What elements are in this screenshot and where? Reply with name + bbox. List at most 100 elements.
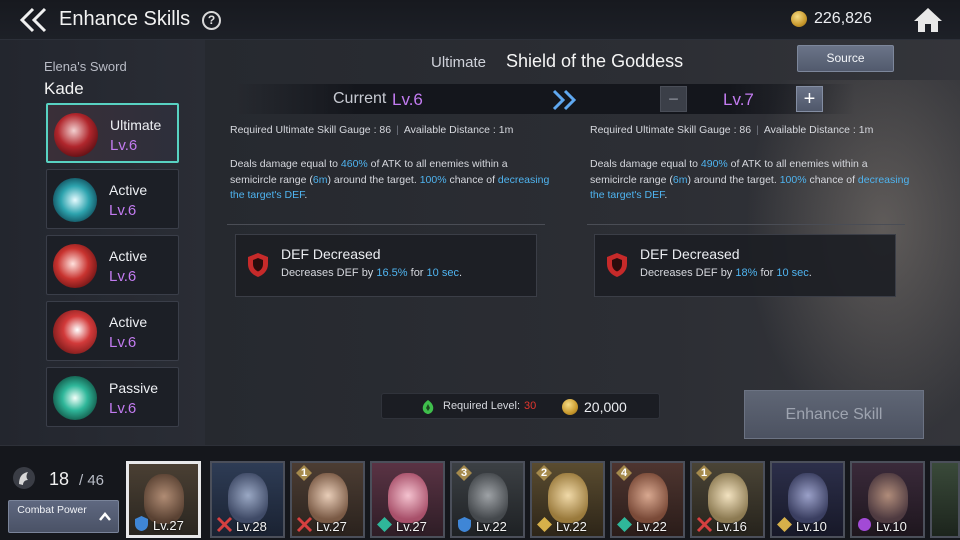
skill-item-active-2[interactable]: Active Lv.6 xyxy=(46,235,179,295)
hero-level: Lv.28 xyxy=(236,519,267,534)
gold-coin-icon xyxy=(562,399,578,415)
hero-level: Lv.27 xyxy=(316,519,347,534)
hero-card[interactable]: Lv.10 xyxy=(770,461,845,538)
double-chevron-right-icon xyxy=(550,88,580,112)
skill-type-label: Active xyxy=(109,182,148,198)
hero-portrait xyxy=(227,473,268,523)
hero-portrait xyxy=(387,473,428,523)
next-level: Lv.7 xyxy=(723,90,754,109)
hero-rank-badge: 1 xyxy=(696,465,712,481)
gold-amount: 226,826 xyxy=(814,10,872,27)
hero-portrait xyxy=(867,473,908,523)
hero-portrait xyxy=(707,473,748,523)
level-requirement-icon xyxy=(420,399,436,415)
defender-class-icon xyxy=(133,515,150,532)
level-compare-bar xyxy=(235,84,855,114)
skill-category: Ultimate xyxy=(431,54,487,71)
effect-title: DEF Decreased xyxy=(640,246,740,262)
increase-level-button[interactable]: + xyxy=(796,86,823,112)
hero-level: Lv.10 xyxy=(796,519,827,534)
hero-level: Lv.10 xyxy=(876,519,907,534)
skill-level-label: Lv.6 xyxy=(109,400,137,417)
hero-level: Lv.22 xyxy=(476,519,507,534)
hero-card[interactable]: Lv.27 xyxy=(370,461,445,538)
effect-description: Decreases DEF by 16.5% for 10 sec. xyxy=(281,267,463,279)
hero-card[interactable]: 2 Lv.22 xyxy=(530,461,605,538)
skill-item-ultimate[interactable]: Ultimate Lv.6 xyxy=(46,103,179,163)
attacker-class-icon xyxy=(696,516,713,533)
enhance-cost-bar: Required Level: 30 20,000 xyxy=(381,393,660,419)
active-skill-icon xyxy=(53,178,97,222)
home-icon[interactable] xyxy=(912,6,944,34)
required-level-value: 30 xyxy=(524,400,537,412)
skill-type-label: Active xyxy=(109,248,148,264)
gold-coin-icon xyxy=(791,11,807,27)
skill-type-label: Ultimate xyxy=(110,117,162,133)
back-arrow-icon[interactable] xyxy=(18,6,52,34)
skill-name: Shield of the Goddess xyxy=(506,51,684,71)
hero-card[interactable]: 1 Lv.27 xyxy=(290,461,365,538)
hero-portrait xyxy=(467,473,508,523)
attacker-class-icon xyxy=(296,516,313,533)
active-skill-icon xyxy=(53,244,97,288)
enhance-skill-button[interactable]: Enhance Skill xyxy=(744,390,924,439)
hero-roster-bar: 18 / 46 Combat Power Lv.27 Lv.28 1 Lv.27… xyxy=(0,445,960,540)
divider xyxy=(227,224,545,225)
magic-class-icon xyxy=(856,516,873,533)
next-effect-box: DEF Decreased Decreases DEF by 18% for 1… xyxy=(594,234,896,297)
skill-level-label: Lv.6 xyxy=(109,268,137,285)
current-description: Deals damage equal to 460% of ATK to all… xyxy=(230,158,550,201)
next-requirements: Required Ultimate Skill Gauge : 86 | Avail… xyxy=(590,124,874,136)
hero-card[interactable]: 1 Lv.16 xyxy=(690,461,765,538)
hero-portrait xyxy=(307,473,348,523)
hero-count: 18 xyxy=(49,469,70,489)
skill-detail-panel: Ultimate Shield of the Goddess Source Cu… xyxy=(205,40,960,445)
hero-level: Lv.22 xyxy=(636,519,667,534)
next-description: Deals damage equal to 490% of ATK to all… xyxy=(590,158,910,201)
hero-portrait xyxy=(547,473,588,523)
ultimate-skill-icon xyxy=(54,113,98,157)
required-level-label: Required Level: xyxy=(443,400,521,412)
help-icon[interactable]: ? xyxy=(202,11,221,30)
gauge-requirement: Required Ultimate Skill Gauge : 86 xyxy=(590,124,752,136)
hero-level: Lv.16 xyxy=(716,519,747,534)
weapon-name: Elena's Sword xyxy=(44,59,127,74)
gold-cost: 20,000 xyxy=(584,399,627,415)
skill-type-label: Passive xyxy=(109,380,159,396)
current-effect-box: DEF Decreased Decreases DEF by 16.5% for… xyxy=(235,234,537,297)
supporter-class-icon xyxy=(616,516,633,533)
hero-card[interactable]: Lv.27 xyxy=(126,461,201,538)
hero-card[interactable]: Lv.28 xyxy=(210,461,285,538)
passive-skill-icon xyxy=(53,376,97,420)
hero-card[interactable]: Lv.10 xyxy=(850,461,925,538)
hero-card[interactable]: 3 Lv.22 xyxy=(450,461,525,538)
hero-portrait xyxy=(787,473,828,523)
chevron-up-icon xyxy=(98,510,112,522)
distance-requirement: Available Distance : 1m xyxy=(403,124,514,136)
hero-level: Lv.22 xyxy=(556,519,587,534)
source-button[interactable]: Source xyxy=(797,45,894,72)
combat-power-sort-button[interactable]: Combat Power xyxy=(8,500,119,533)
page-title: Enhance Skills xyxy=(59,8,191,30)
skill-item-active-1[interactable]: Active Lv.6 xyxy=(46,169,179,229)
decrease-level-button[interactable]: − xyxy=(660,86,687,112)
top-bar: Enhance Skills ? 226,826 xyxy=(0,0,960,40)
current-label: Current xyxy=(333,90,387,107)
combat-power-label: Combat Power xyxy=(17,504,87,516)
hero-count-icon xyxy=(12,466,36,490)
skill-item-active-3[interactable]: Active Lv.6 xyxy=(46,301,179,361)
hero-card[interactable]: 4 Lv.22 xyxy=(610,461,685,538)
hero-level: Lv.27 xyxy=(153,518,184,533)
supporter-class-icon xyxy=(376,516,393,533)
current-level: Lv.6 xyxy=(392,90,423,109)
hero-rank-badge: 3 xyxy=(456,465,472,481)
hero-level: Lv.27 xyxy=(396,519,427,534)
skill-item-passive[interactable]: Passive Lv.6 xyxy=(46,367,179,427)
skill-level-label: Lv.6 xyxy=(110,137,138,154)
skill-level-label: Lv.6 xyxy=(109,334,137,351)
hero-rank-badge: 1 xyxy=(296,465,312,481)
def-decrease-shield-icon xyxy=(605,252,629,278)
defender-class-icon xyxy=(456,516,473,533)
skill-level-label: Lv.6 xyxy=(109,202,137,219)
hero-card-partial[interactable] xyxy=(930,461,960,538)
